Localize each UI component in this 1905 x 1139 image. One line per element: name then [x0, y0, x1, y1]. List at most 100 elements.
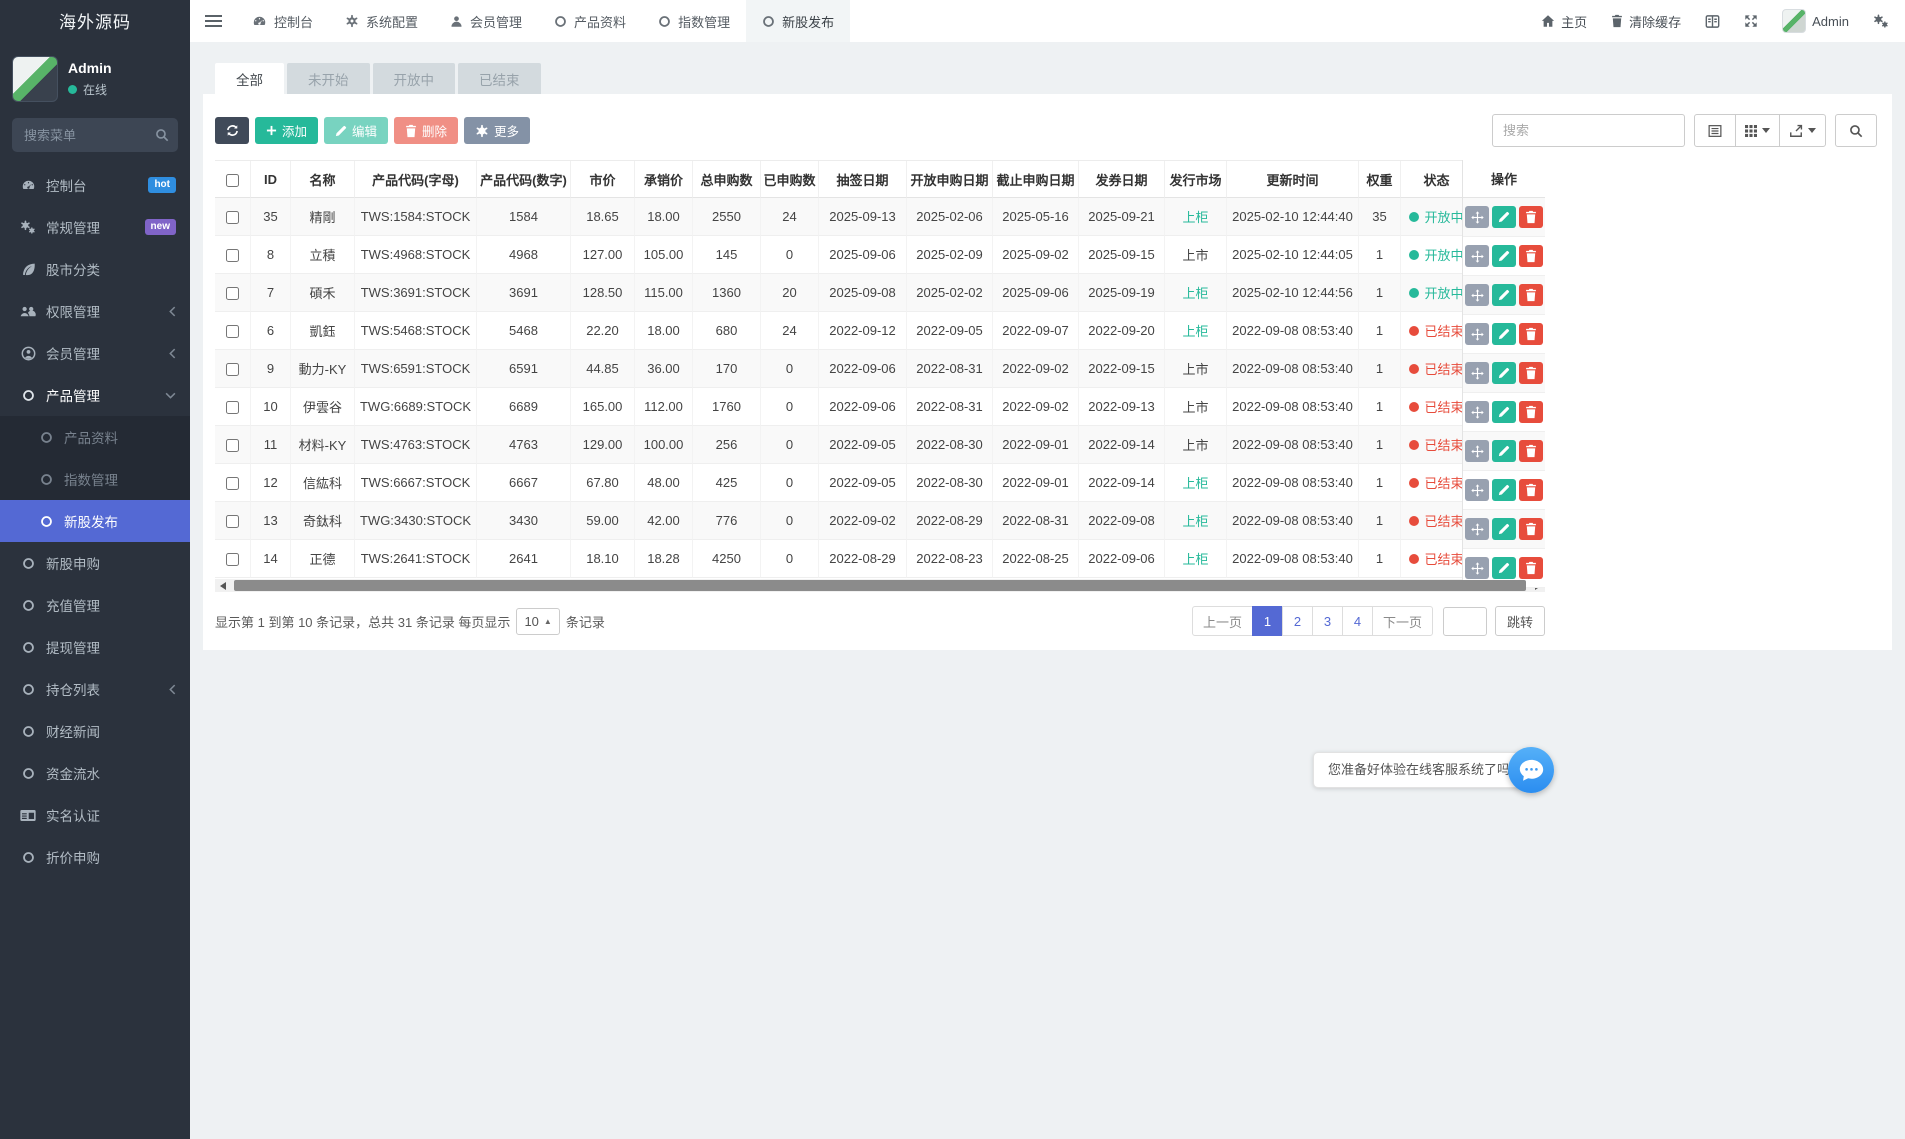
settings-button[interactable] — [1873, 14, 1889, 28]
page-button-3[interactable]: 3 — [1312, 606, 1343, 636]
nav-tab-new-stock-release[interactable]: 新股发布 — [746, 0, 850, 42]
scroll-left-arrow-icon[interactable] — [215, 579, 230, 592]
row-checkbox[interactable] — [226, 477, 239, 490]
select-all-checkbox[interactable] — [226, 174, 239, 187]
more-button[interactable]: 更多 — [464, 117, 530, 144]
drag-row-button[interactable] — [1465, 284, 1489, 306]
edit-row-button[interactable] — [1492, 557, 1516, 579]
sidebar-item-index-management[interactable]: 指数管理 — [0, 458, 190, 500]
translate-button[interactable] — [1705, 14, 1720, 29]
column-header-5[interactable]: 承销价 — [635, 161, 693, 198]
edit-row-button[interactable] — [1492, 479, 1516, 501]
column-header-10[interactable]: 截止申购日期 — [993, 161, 1079, 198]
column-header-2[interactable]: 产品代码(字母) — [355, 161, 477, 198]
menu-toggle-icon[interactable] — [190, 0, 236, 42]
drag-row-button[interactable] — [1465, 323, 1489, 345]
column-header-11[interactable]: 发券日期 — [1079, 161, 1165, 198]
prev-page-button[interactable]: 上一页 — [1192, 606, 1253, 636]
column-header-14[interactable]: 权重 — [1359, 161, 1401, 198]
sidebar-item-withdraw-management[interactable]: 提现管理 — [0, 626, 190, 668]
delete-row-button[interactable] — [1519, 440, 1543, 462]
drag-row-button[interactable] — [1465, 479, 1489, 501]
column-header-0[interactable]: ID — [251, 161, 291, 198]
sidebar-item-recharge-management[interactable]: 充值管理 — [0, 584, 190, 626]
column-header-13[interactable]: 更新时间 — [1227, 161, 1359, 198]
delete-row-button[interactable] — [1519, 479, 1543, 501]
filter-tab-not-started[interactable]: 未开始 — [287, 63, 370, 94]
delete-row-button[interactable] — [1519, 401, 1543, 423]
column-header-3[interactable]: 产品代码(数字) — [477, 161, 571, 198]
sidebar-item-new-stock-release[interactable]: 新股发布 — [0, 500, 190, 542]
fullscreen-button[interactable] — [1744, 14, 1758, 28]
drag-row-button[interactable] — [1465, 245, 1489, 267]
export-button[interactable] — [1779, 114, 1826, 147]
edit-row-button[interactable] — [1492, 518, 1516, 540]
nav-tab-index-management[interactable]: 指数管理 — [642, 0, 746, 42]
admin-user-menu[interactable]: Admin — [1782, 9, 1849, 33]
chat-button[interactable] — [1508, 747, 1554, 793]
table-scroll-area[interactable]: ID名称产品代码(字母)产品代码(数字)市价承销价总申购数已申购数抽签日期开放申… — [215, 160, 1545, 578]
next-page-button[interactable]: 下一页 — [1372, 606, 1433, 636]
jump-button[interactable]: 跳转 — [1495, 606, 1545, 636]
row-checkbox[interactable] — [226, 515, 239, 528]
filter-tab-ended[interactable]: 已结束 — [458, 63, 541, 94]
detail-view-button[interactable] — [1694, 114, 1736, 147]
row-checkbox[interactable] — [226, 401, 239, 414]
page-button-2[interactable]: 2 — [1282, 606, 1313, 636]
column-header-12[interactable]: 发行市场 — [1165, 161, 1227, 198]
refresh-button[interactable] — [215, 117, 249, 144]
delete-row-button[interactable] — [1519, 284, 1543, 306]
column-header-4[interactable]: 市价 — [571, 161, 635, 198]
sidebar-item-permission-management[interactable]: 权限管理 — [0, 290, 190, 332]
edit-row-button[interactable] — [1492, 362, 1516, 384]
drag-row-button[interactable] — [1465, 557, 1489, 579]
delete-row-button[interactable] — [1519, 206, 1543, 228]
delete-button[interactable]: 删除 — [394, 117, 458, 144]
sidebar-item-product-info[interactable]: 产品资料 — [0, 416, 190, 458]
row-checkbox[interactable] — [226, 325, 239, 338]
table-search-input[interactable] — [1492, 114, 1685, 147]
drag-row-button[interactable] — [1465, 362, 1489, 384]
delete-row-button[interactable] — [1519, 518, 1543, 540]
row-checkbox[interactable] — [226, 439, 239, 452]
delete-row-button[interactable] — [1519, 362, 1543, 384]
per-page-select[interactable]: 10 ▲ — [516, 608, 559, 635]
avatar[interactable] — [12, 56, 58, 102]
delete-row-button[interactable] — [1519, 323, 1543, 345]
drag-row-button[interactable] — [1465, 206, 1489, 228]
sidebar-item-dashboard[interactable]: 控制台hot — [0, 164, 190, 206]
nav-tab-dashboard[interactable]: 控制台 — [236, 0, 329, 42]
column-header-8[interactable]: 抽签日期 — [819, 161, 907, 198]
sidebar-item-discount-subscribe[interactable]: 折价申购 — [0, 836, 190, 878]
scrollbar-thumb[interactable] — [234, 580, 1526, 591]
filter-tab-all[interactable]: 全部 — [215, 63, 284, 94]
page-button-4[interactable]: 4 — [1342, 606, 1373, 636]
edit-row-button[interactable] — [1492, 401, 1516, 423]
columns-button[interactable] — [1735, 114, 1780, 147]
sidebar-item-real-name-auth[interactable]: 实名认证 — [0, 794, 190, 836]
edit-button[interactable]: 编辑 — [324, 117, 388, 144]
row-checkbox[interactable] — [226, 287, 239, 300]
sidebar-item-new-stock-subscribe[interactable]: 新股申购 — [0, 542, 190, 584]
home-link[interactable]: 主页 — [1541, 12, 1587, 31]
sidebar-search-input[interactable] — [12, 118, 178, 152]
edit-row-button[interactable] — [1492, 245, 1516, 267]
page-button-1[interactable]: 1 — [1252, 606, 1283, 636]
search-button[interactable] — [1835, 114, 1877, 147]
filter-tab-open[interactable]: 开放中 — [373, 63, 456, 94]
edit-row-button[interactable] — [1492, 284, 1516, 306]
drag-row-button[interactable] — [1465, 518, 1489, 540]
sidebar-item-finance-news[interactable]: 财经新闻 — [0, 710, 190, 752]
search-icon[interactable] — [155, 128, 169, 142]
column-header-7[interactable]: 已申购数 — [761, 161, 819, 198]
jump-page-input[interactable] — [1443, 607, 1487, 636]
row-checkbox[interactable] — [226, 363, 239, 376]
clear-cache-button[interactable]: 清除缓存 — [1611, 12, 1681, 31]
nav-tab-system-config[interactable]: 系统配置 — [329, 0, 434, 42]
edit-row-button[interactable] — [1492, 323, 1516, 345]
row-checkbox[interactable] — [226, 211, 239, 224]
nav-tab-product-info[interactable]: 产品资料 — [538, 0, 642, 42]
row-checkbox[interactable] — [226, 249, 239, 262]
sidebar-item-position-list[interactable]: 持仓列表 — [0, 668, 190, 710]
edit-row-button[interactable] — [1492, 206, 1516, 228]
